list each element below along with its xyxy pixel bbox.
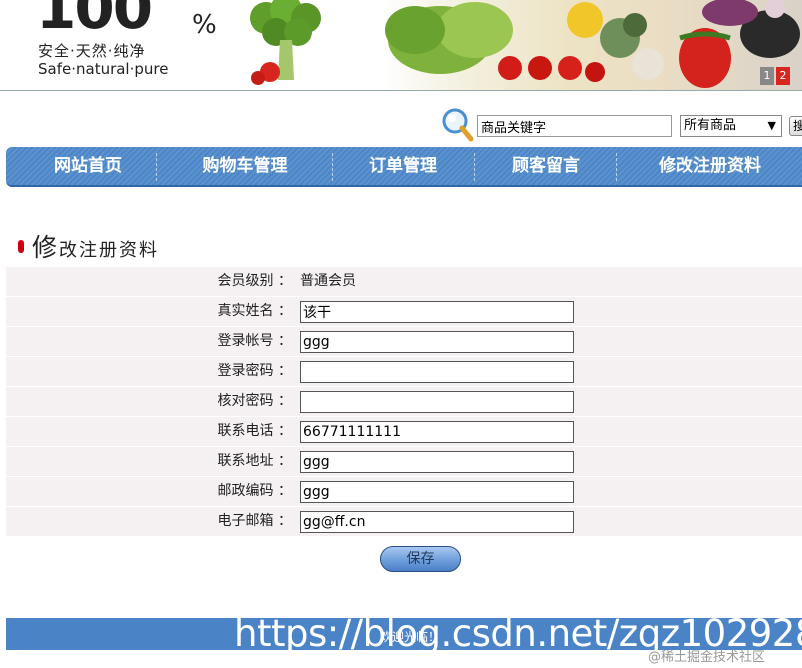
logo-number: 100 bbox=[36, 0, 153, 42]
form-row-login-password: 登录密码 ： bbox=[6, 357, 802, 387]
email-input[interactable] bbox=[300, 511, 574, 533]
logo-slogan-en: Safe·natural·pure bbox=[38, 60, 169, 78]
confirm-password-label: 核对密码 ： bbox=[217, 393, 292, 409]
phone-input[interactable] bbox=[300, 421, 574, 443]
form-row-real-name: 真实姓名 ： bbox=[6, 297, 802, 327]
category-select[interactable]: 所有商品 ▼ bbox=[680, 115, 782, 137]
title-marker bbox=[18, 240, 24, 253]
postcode-label: 邮政编码 ： bbox=[217, 483, 292, 499]
postcode-input[interactable] bbox=[300, 481, 574, 503]
banner-pager-2[interactable]: 2 bbox=[776, 67, 790, 85]
chevron-down-icon: ▼ bbox=[767, 119, 776, 132]
form-row-address: 联系地址 ： bbox=[6, 447, 802, 477]
form-row-confirm-password: 核对密码 ： bbox=[6, 387, 802, 417]
banner-pager-1[interactable]: 1 bbox=[760, 67, 774, 85]
nav-item-cart[interactable]: 购物车管理 bbox=[158, 147, 332, 185]
nav-separator bbox=[616, 153, 617, 181]
nav-item-messages[interactable]: 顾客留言 bbox=[476, 147, 616, 185]
login-password-label: 登录密码 ： bbox=[217, 363, 292, 379]
form-row-email: 电子邮箱 ： bbox=[6, 507, 802, 537]
profile-form: 会员级别 ： 普通会员 真实姓名 ： 登录帐号 ： 登录密码 ： 核对密码 ： … bbox=[6, 267, 802, 537]
page-title-first: 修 bbox=[32, 233, 60, 262]
nav-separator bbox=[474, 153, 475, 181]
real-name-input[interactable] bbox=[300, 301, 574, 323]
header-banner: 100 % 安全·天然·纯净 Safe·natural·pure 1 2 bbox=[0, 0, 802, 90]
logo-slogan-cn: 安全·天然·纯净 bbox=[38, 42, 146, 60]
member-level-label: 会员级别 ： bbox=[217, 273, 292, 289]
watermark-community: @稀土掘金技术社区 bbox=[648, 650, 766, 665]
search-input[interactable] bbox=[477, 115, 672, 137]
address-input[interactable] bbox=[300, 451, 574, 473]
address-label: 联系地址 ： bbox=[217, 453, 292, 469]
search-button[interactable]: 搜 bbox=[789, 116, 802, 136]
nav-separator bbox=[332, 153, 333, 181]
search-icon[interactable] bbox=[440, 106, 474, 144]
nav-item-edit-profile[interactable]: 修改注册资料 bbox=[618, 147, 802, 185]
broccoli-image bbox=[250, 0, 321, 85]
form-row-postcode: 邮政编码 ： bbox=[6, 477, 802, 507]
category-select-value: 所有商品 bbox=[684, 118, 737, 133]
confirm-password-input[interactable] bbox=[300, 391, 574, 413]
logo-percent: % bbox=[192, 10, 217, 40]
phone-label: 联系电话 ： bbox=[217, 423, 292, 439]
email-label: 电子邮箱 ： bbox=[217, 513, 292, 529]
form-row-login-account: 登录帐号 ： bbox=[6, 327, 802, 357]
nav-item-orders[interactable]: 订单管理 bbox=[334, 147, 472, 185]
page-title: 修改注册资料 bbox=[32, 228, 159, 264]
member-level-value: 普通会员 bbox=[300, 273, 356, 289]
login-password-input[interactable] bbox=[300, 361, 574, 383]
login-account-label: 登录帐号 ： bbox=[217, 333, 292, 349]
form-row-member-level: 会员级别 ： 普通会员 bbox=[6, 267, 802, 297]
vegetables-image bbox=[380, 0, 802, 90]
save-button[interactable]: 保存 bbox=[380, 546, 461, 572]
form-row-phone: 联系电话 ： bbox=[6, 417, 802, 447]
login-account-input[interactable] bbox=[300, 331, 574, 353]
main-nav: 网站首页 购物车管理 订单管理 顾客留言 修改注册资料 bbox=[6, 147, 802, 187]
real-name-label: 真实姓名 ： bbox=[217, 303, 292, 319]
nav-separator bbox=[156, 153, 157, 181]
banner-divider bbox=[0, 90, 802, 91]
page-title-rest: 改注册资料 bbox=[59, 240, 160, 261]
nav-item-home[interactable]: 网站首页 bbox=[18, 147, 158, 185]
